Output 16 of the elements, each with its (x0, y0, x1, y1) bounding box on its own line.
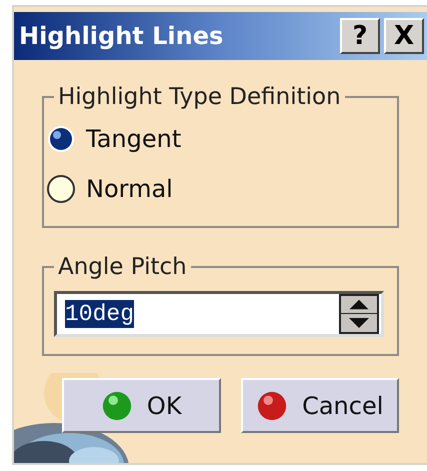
help-button[interactable]: ? (340, 18, 380, 54)
ok-button[interactable]: OK (62, 378, 220, 433)
close-button[interactable]: X (384, 18, 424, 54)
ball-icon (256, 390, 288, 422)
radio-label: Tangent (86, 124, 182, 154)
ball-icon (100, 390, 133, 422)
angle-input-field[interactable]: 10deg (54, 290, 384, 336)
cancel-button[interactable]: Cancel (240, 378, 399, 433)
radio-label: Normal (86, 174, 173, 204)
radio-button[interactable] (46, 124, 76, 154)
group-legend: Highlight Type Definition (54, 80, 345, 114)
field-value: 10deg (65, 300, 134, 328)
window-title: Highlight Lines (18, 21, 224, 52)
spinner[interactable] (339, 294, 379, 334)
radio-button[interactable] (46, 174, 76, 204)
group-legend: Angle Pitch (54, 250, 191, 284)
